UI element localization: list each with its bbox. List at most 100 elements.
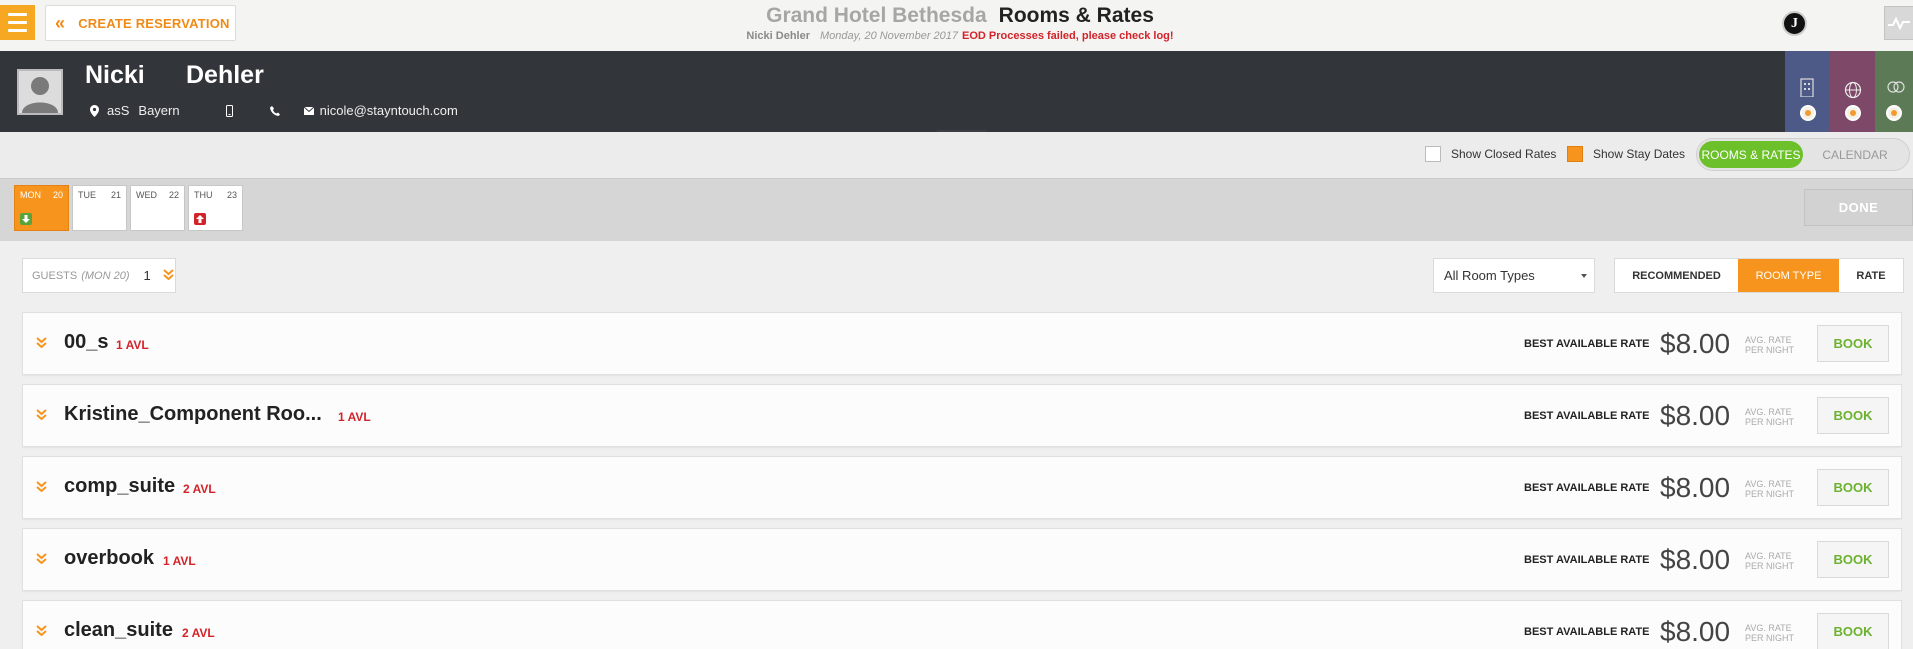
menu-icon-line: [8, 21, 27, 24]
date-tile-thu[interactable]: THU 23: [188, 185, 243, 231]
rate-label: BEST AVAILABLE RATE: [1524, 410, 1650, 422]
availability-count: 1 AVL: [163, 554, 196, 568]
day-number: 22: [168, 190, 179, 200]
day-number: 20: [52, 190, 63, 200]
rate-label: BEST AVAILABLE RATE: [1524, 626, 1650, 638]
expand-chevron-icon[interactable]: [36, 479, 47, 497]
avg-rate-line2: PER NIGHT: [1745, 489, 1795, 499]
group-icon: [1887, 81, 1905, 93]
book-button[interactable]: BOOK: [1817, 469, 1889, 506]
header-center: Grand Hotel Bethesda Rooms & Rates Nicki …: [600, 3, 1320, 43]
guest-avatar[interactable]: [17, 69, 63, 115]
pulse-icon: [1888, 16, 1910, 30]
avg-rate-line1: AVG. RATE: [1745, 479, 1792, 489]
date-tile-tue[interactable]: TUE 21: [72, 185, 127, 231]
guest-first-name[interactable]: Nicki: [85, 61, 145, 90]
mobile-phone-icon[interactable]: [225, 104, 233, 117]
availability-count: 2 AVL: [182, 626, 215, 640]
expand-chevron-icon[interactable]: [36, 551, 47, 569]
guest-contact-info: asS Bayern nicole@stayntouch.com: [90, 103, 458, 118]
avg-rate-line2: PER NIGHT: [1745, 561, 1795, 571]
search-dot-icon: [1844, 105, 1861, 121]
expand-chevron-icon[interactable]: [36, 623, 47, 641]
avg-rate-label: AVG. RATE PER NIGHT: [1745, 479, 1794, 499]
day-number: 23: [226, 190, 237, 200]
tab-building[interactable]: [1785, 51, 1830, 132]
sort-tabs: RECOMMENDED ROOM TYPE RATE: [1614, 258, 1904, 293]
availability-count: 1 AVL: [116, 338, 149, 352]
top-bar: « CREATE RESERVATION Grand Hotel Bethesd…: [0, 0, 1913, 51]
guest-last-name[interactable]: Dehler: [186, 61, 264, 90]
avg-rate-line1: AVG. RATE: [1745, 551, 1792, 561]
room-row[interactable]: Kristine_Component Roo... 1 AVL BEST AVA…: [22, 384, 1902, 447]
create-reservation-label: CREATE RESERVATION: [78, 15, 230, 31]
rate-label: BEST AVAILABLE RATE: [1524, 338, 1650, 350]
page-title-text: Rooms & Rates: [998, 4, 1154, 27]
day-name: TUE: [78, 190, 96, 200]
room-price: $8.00: [1660, 544, 1731, 575]
date-tile-mon[interactable]: MON 20: [14, 185, 69, 231]
show-stay-dates-checkbox[interactable]: Show Stay Dates: [1567, 146, 1685, 162]
search-dot-icon: [1886, 105, 1902, 121]
day-name: THU: [194, 190, 213, 200]
activity-button[interactable]: [1884, 6, 1913, 40]
arrival-arrow-icon: [20, 213, 32, 225]
tab-globe[interactable]: [1830, 51, 1875, 132]
tab-group[interactable]: [1875, 51, 1913, 132]
room-type-name: comp_suite: [64, 475, 176, 497]
guests-count: 1: [143, 268, 151, 283]
done-button[interactable]: DONE: [1804, 189, 1913, 226]
guest-city: asS: [107, 103, 130, 118]
eod-error-message[interactable]: EOD Processes failed, please check log!: [962, 30, 1174, 42]
hotel-logo-icon[interactable]: J: [1782, 11, 1807, 36]
checkbox-box[interactable]: [1425, 146, 1441, 162]
avg-rate-label: AVG. RATE PER NIGHT: [1745, 623, 1794, 643]
avg-rate-line2: PER NIGHT: [1745, 417, 1795, 427]
logged-user-name: Nicki Dehler: [746, 30, 811, 42]
room-type-name: Kristine_Component Roo...: [64, 403, 322, 425]
menu-icon-line: [8, 29, 27, 32]
double-chevron-down-icon[interactable]: [163, 268, 174, 283]
tab-recommended[interactable]: RECOMMENDED: [1615, 259, 1738, 292]
menu-button[interactable]: [0, 5, 35, 40]
guest-email[interactable]: nicole@stayntouch.com: [320, 103, 458, 118]
checkbox-box-checked[interactable]: [1567, 146, 1583, 162]
business-date: Monday, 20 November 2017: [820, 30, 959, 42]
date-strip: [0, 178, 1913, 241]
book-button[interactable]: BOOK: [1817, 613, 1889, 649]
guests-date: (MON 20): [81, 269, 130, 282]
avg-rate-label: AVG. RATE PER NIGHT: [1745, 407, 1794, 427]
create-reservation-button[interactable]: « CREATE RESERVATION: [45, 5, 236, 41]
book-button[interactable]: BOOK: [1817, 397, 1889, 434]
view-toggle[interactable]: ROOMS & RATES CALENDAR: [1696, 138, 1910, 171]
guests-selector[interactable]: GUESTS (MON 20) 1: [22, 258, 176, 293]
date-tile-wed[interactable]: WED 22: [130, 185, 185, 231]
room-type-select-value: All Room Types: [1444, 268, 1535, 283]
room-row[interactable]: overbook 1 AVL BEST AVAILABLE RATE $8.00…: [22, 528, 1902, 591]
book-button[interactable]: BOOK: [1817, 541, 1889, 578]
show-closed-rates-checkbox[interactable]: Show Closed Rates: [1425, 146, 1556, 162]
room-row[interactable]: clean_suite 2 AVL BEST AVAILABLE RATE $8…: [22, 600, 1902, 649]
calendar-toggle-option[interactable]: CALENDAR: [1803, 141, 1907, 168]
location-pin-icon: [90, 104, 99, 117]
guest-state: Bayern: [138, 103, 180, 118]
room-price: $8.00: [1660, 328, 1731, 359]
expand-chevron-icon[interactable]: [36, 335, 47, 353]
room-type-select[interactable]: All Room Types: [1433, 258, 1595, 293]
expand-chevron-icon[interactable]: [36, 407, 47, 425]
phone-icon[interactable]: [269, 105, 280, 116]
globe-icon: [1844, 81, 1862, 99]
avg-rate-line1: AVG. RATE: [1745, 335, 1792, 345]
avg-rate-line1: AVG. RATE: [1745, 407, 1792, 417]
room-row[interactable]: 00_s 1 AVL BEST AVAILABLE RATE $8.00 AVG…: [22, 312, 1902, 375]
room-type-name: overbook: [64, 547, 155, 569]
departure-arrow-icon: [194, 213, 206, 225]
guests-label: GUESTS: [32, 269, 78, 282]
avg-rate-label: AVG. RATE PER NIGHT: [1745, 551, 1794, 571]
tab-rate[interactable]: RATE: [1839, 259, 1903, 292]
double-chevron-left-icon: «: [55, 13, 66, 33]
rooms-rates-toggle-option[interactable]: ROOMS & RATES: [1699, 141, 1803, 168]
book-button[interactable]: BOOK: [1817, 325, 1889, 362]
room-row[interactable]: comp_suite 2 AVL BEST AVAILABLE RATE $8.…: [22, 456, 1902, 519]
tab-room-type[interactable]: ROOM TYPE: [1738, 259, 1839, 292]
